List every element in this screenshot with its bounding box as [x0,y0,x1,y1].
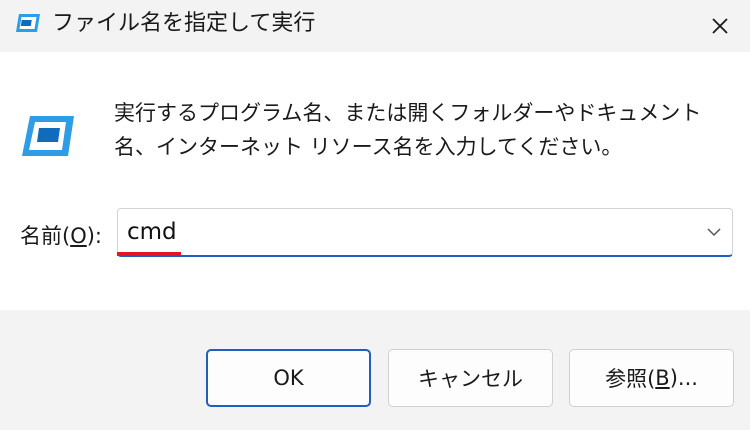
name-input[interactable]: cmd [127,217,177,247]
browse-access-key: B [655,366,670,390]
instruction-text: 実行するプログラム名、または開くフォルダーやドキュメント名、インターネット リソ… [114,101,702,159]
cancel-button[interactable]: キャンセル [388,349,553,407]
name-label-prefix: 名前( [20,224,71,248]
annotation-underline [117,252,181,256]
name-label-suffix: ): [86,224,103,248]
close-icon[interactable] [710,16,730,36]
ok-button[interactable]: OK [206,349,371,407]
name-combobox[interactable]: cmd [117,208,733,257]
browse-label-suffix: )... [669,366,698,390]
dialog-content: 実行するプログラム名、または開くフォルダーやドキュメント名、インターネット リソ… [0,52,750,310]
close-button[interactable] [690,0,750,52]
title-bar: ファイル名を指定して実行 [0,0,750,52]
window-title: ファイル名を指定して実行 [52,11,316,36]
run-dialog-icon [14,12,42,34]
run-dialog-icon [18,110,78,162]
browse-button[interactable]: 参照(B)... [569,349,734,407]
name-label: 名前(O): [20,221,102,251]
browse-label-prefix: 参照( [605,367,656,391]
run-dialog: ファイル名を指定して実行 実行するプログラム名、または開くフォルダーやドキュメン… [0,0,750,430]
name-label-access-key: O [70,224,87,248]
chevron-down-icon[interactable] [704,222,724,242]
